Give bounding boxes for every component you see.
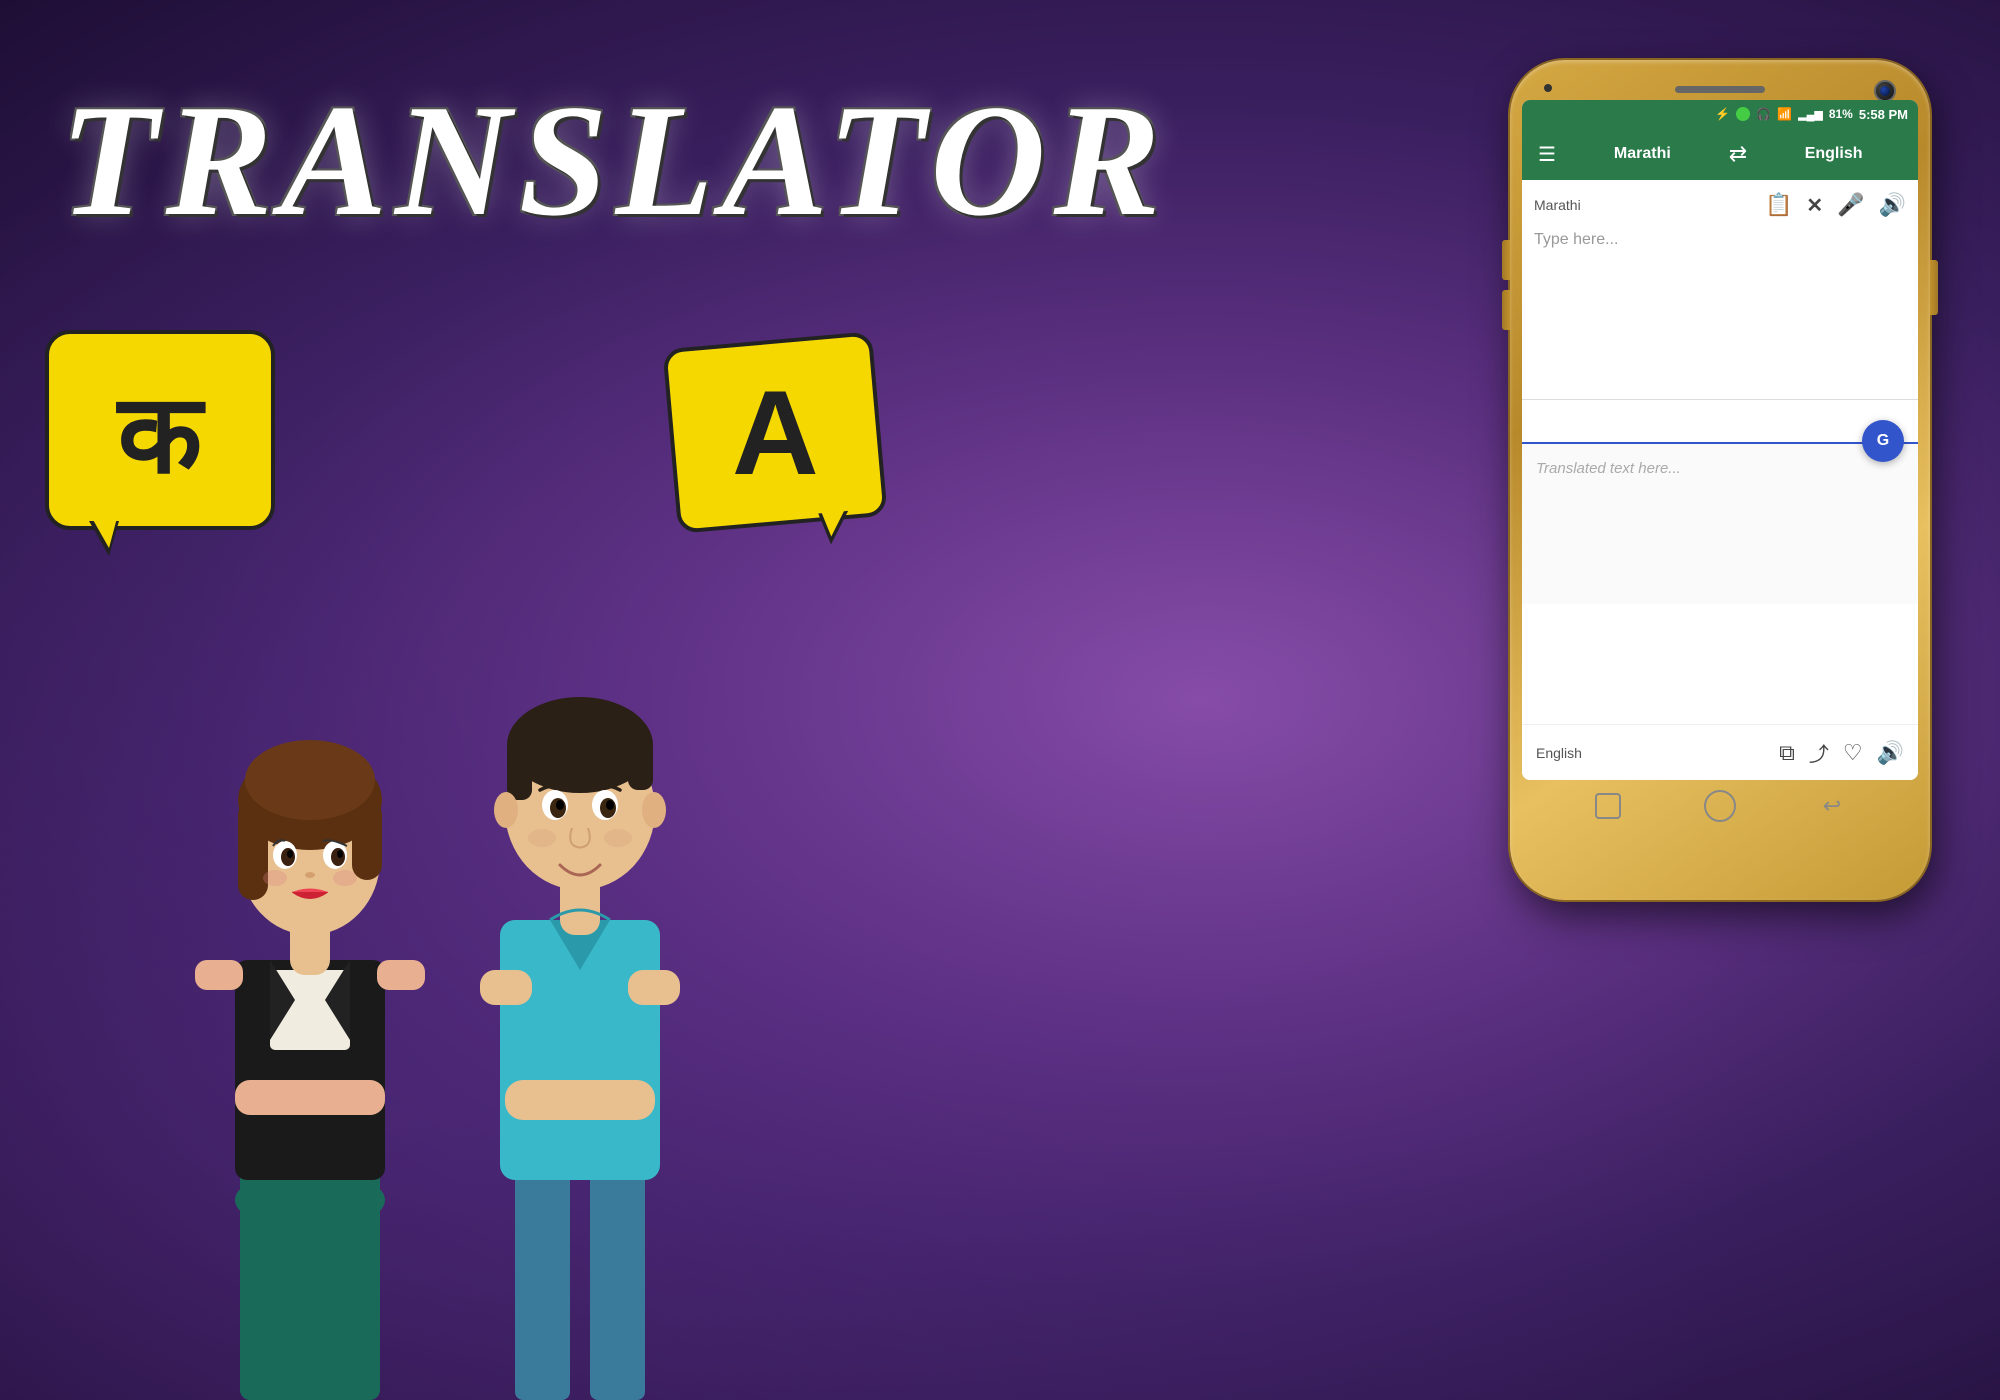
woman-character xyxy=(180,620,440,1400)
copy-icon[interactable]: ⧉ xyxy=(1779,740,1795,766)
listen-icon[interactable]: 🔊 xyxy=(1877,740,1904,766)
share-icon[interactable]: ⤴ xyxy=(1809,738,1829,767)
characters-area xyxy=(180,550,700,1400)
back-icon: ↩ xyxy=(1823,793,1841,819)
bubble-left: क xyxy=(45,330,275,530)
nav-recent-button[interactable] xyxy=(1590,788,1626,824)
translate-fab-icon: G xyxy=(1877,432,1889,450)
output-icons: ⧉ ⤴ ♡ 🔊 xyxy=(1779,738,1904,767)
output-footer: English ⧉ ⤴ ♡ 🔊 xyxy=(1522,724,1918,780)
clear-icon[interactable]: ✕ xyxy=(1806,193,1823,218)
english-character: A xyxy=(732,364,819,502)
source-language-toolbar[interactable]: Marathi xyxy=(1570,145,1715,163)
man-character xyxy=(460,590,700,1400)
phone-nav: ↩ xyxy=(1522,780,1918,832)
swap-languages-icon[interactable]: ⇄ xyxy=(1725,137,1751,171)
home-icon xyxy=(1704,790,1736,822)
translate-button[interactable]: G xyxy=(1862,420,1904,462)
hindi-character: क xyxy=(118,355,202,505)
menu-icon[interactable]: ☰ xyxy=(1534,138,1560,171)
circle-icon xyxy=(1736,107,1750,121)
vol-up-button xyxy=(1502,240,1510,280)
phone-sensor xyxy=(1544,84,1552,92)
power-button xyxy=(1930,260,1938,315)
app-toolbar: ☰ Marathi ⇄ English xyxy=(1522,128,1918,180)
usb-icon: ⚡ xyxy=(1715,107,1730,121)
source-input[interactable] xyxy=(1534,228,1906,358)
translate-divider: G xyxy=(1522,400,1918,444)
camera-lens xyxy=(1880,86,1890,96)
status-time: 5:58 PM xyxy=(1859,107,1908,122)
source-panel: Marathi 📋 ✕ 🎤 🔊 xyxy=(1522,180,1918,400)
source-lang-label: Marathi xyxy=(1534,197,1581,213)
bubble-right: A xyxy=(662,331,887,534)
battery-percent: 81% xyxy=(1829,107,1853,121)
source-header: Marathi 📋 ✕ 🎤 🔊 xyxy=(1534,192,1906,218)
phone-outer: ⚡ 🎧 📶 ▂▄▆ 81% 5:58 PM ☰ Marathi ⇄ Englis… xyxy=(1510,60,1930,900)
phone-camera xyxy=(1874,80,1896,102)
wifi-icon: 📶 xyxy=(1777,107,1792,121)
source-icons: 📋 ✕ 🎤 🔊 xyxy=(1765,192,1906,218)
output-panel: Translated text here... xyxy=(1522,444,1918,604)
phone-wrapper: ⚡ 🎧 📶 ▂▄▆ 81% 5:58 PM ☰ Marathi ⇄ Englis… xyxy=(1510,60,1930,900)
phone-speaker xyxy=(1675,86,1765,93)
headphone-icon: 🎧 xyxy=(1756,107,1771,121)
clipboard-icon[interactable]: 📋 xyxy=(1765,192,1792,218)
vol-down-button xyxy=(1502,290,1510,330)
output-lang-label: English xyxy=(1536,745,1582,761)
recent-apps-icon xyxy=(1595,793,1621,819)
app-title-container: TRANSLATOR xyxy=(60,80,1168,240)
phone-top-area xyxy=(1522,72,1918,100)
nav-back-button[interactable]: ↩ xyxy=(1814,788,1850,824)
phone-screen: ⚡ 🎧 📶 ▂▄▆ 81% 5:58 PM ☰ Marathi ⇄ Englis… xyxy=(1522,100,1918,780)
target-language-toolbar[interactable]: English xyxy=(1761,145,1906,163)
volume-buttons xyxy=(1502,240,1510,330)
microphone-icon[interactable]: 🎤 xyxy=(1837,192,1864,218)
nav-home-button[interactable] xyxy=(1702,788,1738,824)
translated-output: Translated text here... xyxy=(1536,458,1904,481)
app-title: TRANSLATOR xyxy=(60,80,1168,240)
voice-recognition-icon[interactable]: 🔊 xyxy=(1879,192,1906,218)
signal-bars: ▂▄▆ xyxy=(1798,108,1823,121)
status-bar: ⚡ 🎧 📶 ▂▄▆ 81% 5:58 PM xyxy=(1522,100,1918,128)
favorite-icon[interactable]: ♡ xyxy=(1843,740,1863,766)
